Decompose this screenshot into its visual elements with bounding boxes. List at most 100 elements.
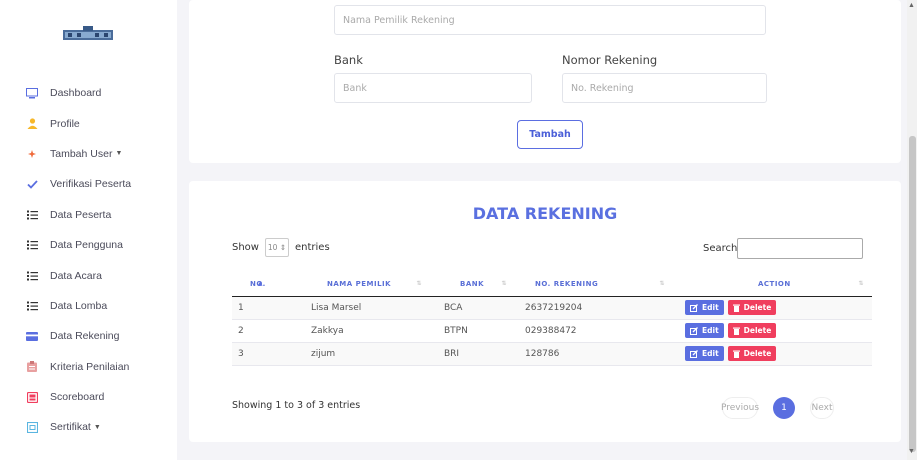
sidebar-menu: Dashboard Profile Tambah User ▼ Verifika… [0, 78, 177, 443]
check-icon [26, 178, 38, 190]
logo [63, 26, 113, 40]
page-title: DATA REKENING [472, 204, 618, 223]
edit-icon [690, 349, 698, 358]
header-no[interactable]: NO. ▲ [232, 273, 289, 297]
sidebar-item-label: Scoreboard [50, 391, 105, 404]
bank-input[interactable]: Bank [334, 73, 532, 103]
sidebar-item-data-pengguna[interactable]: Data Pengguna [0, 230, 177, 260]
length-control: Show 10 ⇕ entries [232, 238, 330, 257]
delete-label: Delete [743, 326, 772, 335]
list-icon [26, 270, 38, 282]
table-row: 1 Lisa Marsel BCA 2637219204 Edit Delete [232, 296, 872, 320]
sidebar-item-label: Data Acara [50, 269, 102, 282]
delete-button[interactable]: Delete [727, 323, 777, 338]
sidebar-item-verifikasi-peserta[interactable]: Verifikasi Peserta [0, 169, 177, 199]
edit-label: Edit [702, 303, 719, 312]
sidebar-item-label: Tambah User [50, 147, 113, 160]
show-label: Show [232, 242, 259, 253]
sidebar-item-label: Sertifikat [50, 421, 91, 434]
sort-icon: ⇅ [501, 280, 507, 287]
cell-nama: Lisa Marsel [289, 296, 430, 320]
sidebar-item-sertifikat[interactable]: Sertifikat ▼ [0, 412, 177, 442]
caret-down-icon: ▼ [115, 150, 123, 158]
trash-icon [732, 327, 740, 335]
sparkle-icon [26, 148, 38, 160]
sort-icon: ▲ [257, 280, 263, 287]
sidebar-item-tambah-user[interactable]: Tambah User ▼ [0, 139, 177, 169]
cell-no: 2 [232, 319, 289, 343]
next-button[interactable]: Next [810, 397, 834, 419]
cell-rekening: 128786 [515, 342, 673, 366]
caret-down-icon: ▼ [93, 423, 101, 431]
cell-rekening: 029388472 [515, 319, 673, 343]
page-1-button[interactable]: 1 [773, 397, 795, 419]
scrollbar[interactable]: ▲ ▼ [907, 0, 917, 460]
header-bank[interactable]: BANK ⇅ [430, 273, 515, 297]
header-label: NAMA PEMILIK [327, 280, 392, 289]
monitor-icon [26, 87, 38, 99]
main-content: Nama Pemilik Rekening Bank Bank Nomor Re… [177, 0, 907, 460]
scroll-thumb[interactable] [909, 136, 916, 452]
header-action[interactable]: ACTION ⇅ [673, 273, 872, 297]
sidebar-item-label: Data Peserta [50, 208, 112, 221]
sidebar-item-label: Dashboard [50, 87, 102, 100]
search-input[interactable] [737, 238, 863, 259]
edit-button[interactable]: Edit [685, 300, 724, 315]
entries-length-select[interactable]: 10 ⇕ [264, 238, 289, 257]
sort-icon: ⇅ [416, 280, 422, 287]
sidebar-item-label: Kriteria Penilaian [50, 360, 130, 373]
tambah-button[interactable]: Tambah [517, 120, 583, 149]
entries-length-value: 10 [267, 243, 278, 252]
form-card: Nama Pemilik Rekening Bank Bank Nomor Re… [189, 0, 901, 163]
list-icon [26, 239, 38, 251]
cell-nama: zijum [289, 342, 430, 366]
cell-bank: BTPN [430, 319, 515, 343]
list-icon [26, 300, 38, 312]
nomor-rekening-input[interactable]: No. Rekening [562, 73, 767, 103]
nomor-rekening-label: Nomor Rekening [562, 53, 658, 67]
search-label: Search: [703, 243, 741, 254]
header-label: ACTION [758, 280, 791, 289]
sidebar-item-data-rekening[interactable]: Data Rekening [0, 321, 177, 351]
previous-button[interactable]: Previous [721, 397, 759, 419]
cell-action: Edit Delete [673, 296, 872, 320]
delete-button[interactable]: Delete [727, 300, 777, 315]
user-icon [26, 118, 38, 130]
scroll-up-icon[interactable]: ▲ [908, 2, 915, 9]
sidebar-item-data-acara[interactable]: Data Acara [0, 260, 177, 290]
sidebar-item-data-lomba[interactable]: Data Lomba [0, 291, 177, 321]
certificate-icon [26, 421, 38, 433]
entries-label: entries [294, 242, 330, 253]
cell-action: Edit Delete [673, 319, 872, 343]
edit-icon [690, 326, 698, 335]
sort-icon: ⇅ [659, 280, 665, 287]
list-icon [26, 209, 38, 221]
nama-pemilik-input[interactable]: Nama Pemilik Rekening [334, 5, 766, 35]
sidebar-item-label: Data Rekening [50, 330, 120, 343]
delete-button[interactable]: Delete [727, 346, 777, 361]
cell-nama: Zakkya [289, 319, 430, 343]
header-nama-pemilik[interactable]: NAMA PEMILIK ⇅ [289, 273, 430, 297]
table-row: 3 zijum BRI 128786 Edit Delete [232, 342, 872, 366]
sidebar-item-label: Profile [50, 117, 80, 130]
cell-bank: BRI [430, 342, 515, 366]
edit-button[interactable]: Edit [685, 323, 724, 338]
sidebar-item-data-peserta[interactable]: Data Peserta [0, 200, 177, 230]
cell-rekening: 2637219204 [515, 296, 673, 320]
sidebar: Dashboard Profile Tambah User ▼ Verifika… [0, 0, 177, 460]
credit-card-icon [26, 330, 38, 342]
trash-icon [732, 350, 740, 358]
header-no-rekening[interactable]: NO. REKENING ⇅ [515, 273, 673, 297]
cell-action: Edit Delete [673, 342, 872, 366]
sidebar-item-dashboard[interactable]: Dashboard [0, 78, 177, 108]
sidebar-item-label: Verifikasi Peserta [50, 178, 132, 191]
bank-label: Bank [334, 53, 363, 67]
scroll-down-icon[interactable]: ▼ [908, 448, 915, 455]
header-label: NO. REKENING [535, 280, 599, 289]
sidebar-item-kriteria-penilaian[interactable]: Kriteria Penilaian [0, 352, 177, 382]
sidebar-item-profile[interactable]: Profile [0, 108, 177, 138]
header-label: BANK [460, 280, 485, 289]
sidebar-item-scoreboard[interactable]: Scoreboard [0, 382, 177, 412]
edit-button[interactable]: Edit [685, 346, 724, 361]
data-table: NO. ▲ NAMA PEMILIK ⇅ BANK ⇅ NO. REKENING ⇅ A… [232, 273, 872, 366]
